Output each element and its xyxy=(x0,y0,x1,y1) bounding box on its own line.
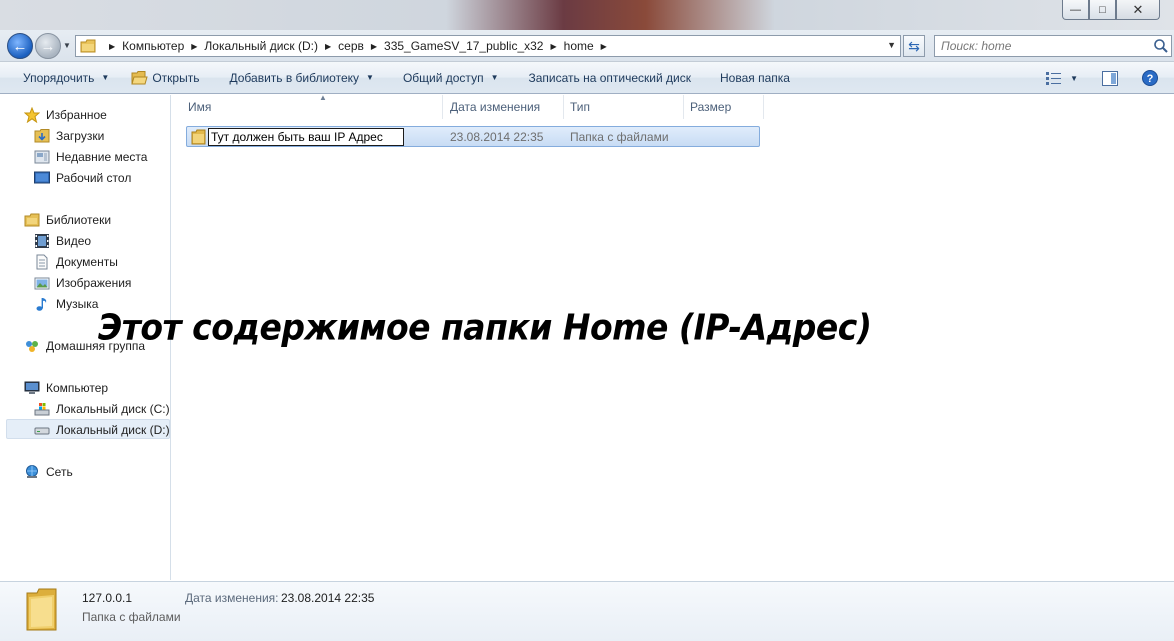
refresh-icon: ⇆ xyxy=(908,37,920,54)
star-icon xyxy=(24,107,40,123)
refresh-button[interactable]: ⇆ xyxy=(903,35,925,57)
nav-documents[interactable]: Документы xyxy=(34,254,118,270)
breadcrumb-item[interactable]: home ▶ xyxy=(564,39,614,53)
nav-favorites[interactable]: Избранное xyxy=(24,107,107,123)
downloads-folder-icon xyxy=(34,129,50,143)
address-row: ← → ▼ ▶ Компьютер ▶ Локальный диск (D:) ▶ … xyxy=(0,30,1174,62)
column-header-date[interactable]: Дата изменения xyxy=(444,95,564,119)
sort-ascending-icon: ▲ xyxy=(319,93,327,102)
nav-video[interactable]: Видео xyxy=(34,233,91,249)
rename-input[interactable] xyxy=(208,128,404,146)
minimize-icon: — xyxy=(1070,3,1081,16)
breadcrumb-item[interactable]: Локальный диск (D:) ▶ xyxy=(204,39,338,53)
chevron-down-icon: ▼ xyxy=(366,73,374,82)
organize-button[interactable]: Упорядочить ▼ xyxy=(23,71,109,85)
arrow-right-icon: → xyxy=(40,37,56,55)
chevron-right-icon: ▶ xyxy=(600,41,607,51)
svg-text:?: ? xyxy=(1147,73,1154,85)
nav-recent[interactable]: Недавние места xyxy=(34,149,147,165)
chevron-down-icon: ▼ xyxy=(490,73,499,82)
nav-drive-c[interactable]: Локальный диск (C:) xyxy=(34,401,170,417)
column-header-size[interactable]: Размер xyxy=(684,95,764,119)
chevron-right-icon: ▶ xyxy=(324,41,332,51)
help-icon[interactable]: ? xyxy=(1142,70,1158,86)
network-icon xyxy=(26,465,38,478)
open-folder-icon xyxy=(131,70,149,84)
nav-music[interactable]: Музыка xyxy=(34,296,98,312)
column-header-type[interactable]: Тип xyxy=(564,95,684,119)
music-icon xyxy=(36,298,47,311)
address-bar[interactable]: ▶ Компьютер ▶ Локальный диск (D:) ▶ серв ▶ … xyxy=(75,35,901,57)
view-controls: ▼ ? xyxy=(1046,62,1174,94)
folder-icon xyxy=(191,129,206,145)
view-options-icon[interactable] xyxy=(1046,71,1062,85)
folder-icon xyxy=(80,39,96,53)
search-icon[interactable] xyxy=(1153,38,1169,54)
libraries-icon xyxy=(24,213,40,227)
nav-computer[interactable]: Компьютер xyxy=(24,380,108,396)
breadcrumb-sep-root[interactable]: ▶ xyxy=(102,42,122,51)
search-input[interactable] xyxy=(941,39,1141,53)
forward-button[interactable]: → xyxy=(35,33,61,59)
open-button[interactable]: Открыть xyxy=(131,70,199,85)
address-dropdown-icon[interactable]: ▼ xyxy=(887,40,896,50)
breadcrumb-item[interactable]: Компьютер ▶ xyxy=(122,39,204,53)
table-row[interactable]: 23.08.2014 22:35 Папка с файлами xyxy=(186,126,760,147)
details-name: 127.0.0.1 xyxy=(82,591,133,605)
nav-libraries[interactable]: Библиотеки xyxy=(24,212,111,228)
nav-network[interactable]: Сеть xyxy=(24,464,73,480)
preview-pane-icon[interactable] xyxy=(1102,70,1118,86)
file-date: 23.08.2014 22:35 xyxy=(450,130,544,144)
details-type: Папка с файлами xyxy=(82,610,181,624)
desktop-icon xyxy=(34,171,50,184)
title-bar: — □ ✕ xyxy=(0,0,1174,30)
drive-icon xyxy=(34,427,50,435)
file-type: Папка с файлами xyxy=(570,130,669,144)
details-modified-value: 23.08.2014 22:35 xyxy=(281,591,375,605)
nav-pictures[interactable]: Изображения xyxy=(34,275,131,291)
search-box[interactable] xyxy=(934,35,1172,57)
details-modified-label: Дата изменения: xyxy=(185,591,279,605)
chevron-right-icon: ▶ xyxy=(370,41,378,51)
close-icon: ✕ xyxy=(1132,1,1144,17)
recent-pages-dropdown[interactable]: ▼ xyxy=(63,41,71,50)
overlay-caption: Этот содержимое папки Home (IP-Адрес) xyxy=(98,306,872,349)
column-header-name[interactable]: ▲ Имя xyxy=(182,93,443,119)
chevron-down-icon: ▼ xyxy=(101,73,110,82)
nav-drive-d[interactable]: Локальный диск (D:) xyxy=(34,422,170,438)
documents-icon xyxy=(36,254,48,270)
chevron-right-icon: ▶ xyxy=(109,41,116,51)
back-button[interactable]: ← xyxy=(7,33,33,59)
minimize-button[interactable]: — xyxy=(1062,0,1089,20)
chevron-right-icon: ▶ xyxy=(550,41,557,51)
close-button[interactable]: ✕ xyxy=(1116,0,1160,20)
computer-icon xyxy=(24,381,40,394)
details-pane: 127.0.0.1 Папка с файлами Дата изменения… xyxy=(0,581,1174,641)
share-button[interactable]: Общий доступ ▼ xyxy=(403,71,499,85)
chevron-right-icon: ▶ xyxy=(191,41,198,51)
folder-large-icon xyxy=(26,588,57,631)
maximize-icon: □ xyxy=(1099,3,1106,16)
system-drive-icon xyxy=(34,403,50,416)
new-folder-button[interactable]: Новая папка xyxy=(720,71,790,85)
homegroup-icon xyxy=(26,341,38,352)
burn-button[interactable]: Записать на оптический диск xyxy=(528,71,691,85)
breadcrumb-item[interactable]: серв ▶ xyxy=(338,39,384,53)
maximize-button[interactable]: □ xyxy=(1089,0,1116,20)
window-controls: — □ ✕ xyxy=(1062,0,1160,20)
command-bar: Упорядочить ▼ Открыть Добавить в библиоте… xyxy=(0,62,1174,94)
pictures-icon xyxy=(34,277,50,290)
arrow-left-icon: ← xyxy=(12,37,28,55)
nav-downloads[interactable]: Загрузки xyxy=(34,128,104,144)
recent-places-icon xyxy=(34,150,50,164)
add-to-library-button[interactable]: Добавить в библиотеку ▼ xyxy=(229,71,373,85)
view-dropdown-icon[interactable]: ▼ xyxy=(1070,74,1078,83)
nav-desktop[interactable]: Рабочий стол xyxy=(34,170,131,186)
video-icon xyxy=(35,234,49,248)
breadcrumb-item[interactable]: 335_GameSV_17_public_x32 ▶ xyxy=(384,39,564,53)
